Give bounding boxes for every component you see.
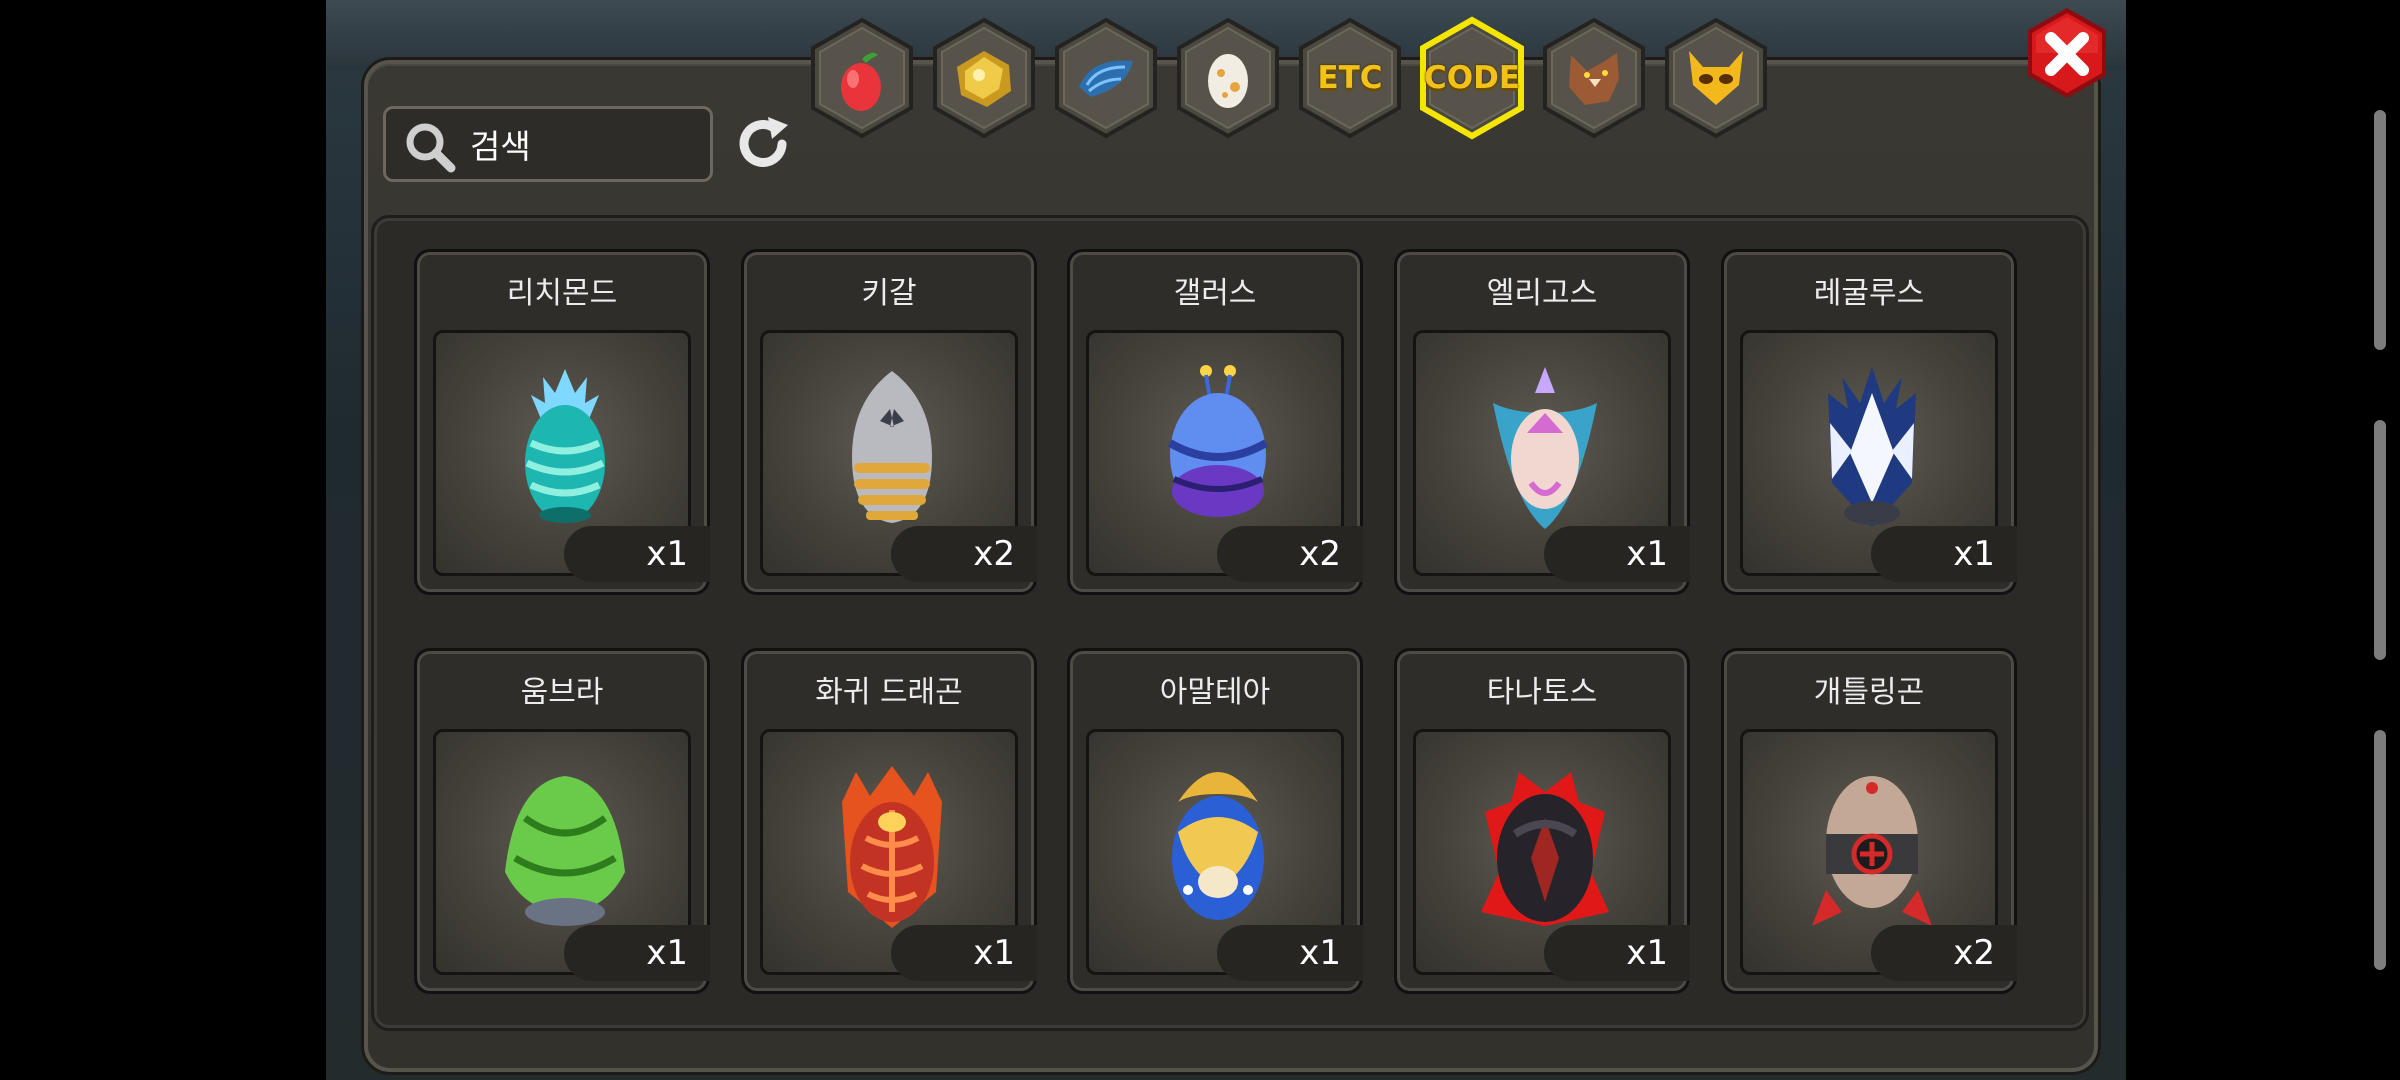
search-input[interactable] [468, 123, 702, 169]
scrollbar-segment[interactable] [2374, 420, 2386, 660]
pink-winged-egg-icon [1493, 367, 1597, 529]
tab-label [1540, 16, 1648, 140]
tab-label [1052, 16, 1160, 140]
tab-fruit[interactable] [808, 16, 916, 140]
egg-card[interactable]: 키갈 x2 [741, 249, 1037, 595]
red-flame-egg-icon [842, 766, 942, 928]
egg-quantity: x2 [891, 526, 1037, 582]
item-grid: 리치몬드 x1 키갈 x2 갤러스 x2 엘리고스 x1 레굴루스 x1 움브라 x1 화귀 드래곤 x1… [371, 215, 2089, 1031]
egg-quantity: x1 [1544, 925, 1690, 981]
silver-gold-egg-icon [852, 371, 932, 523]
egg-card[interactable]: 엘리고스 x1 [1394, 249, 1690, 595]
egg-quantity: x1 [891, 925, 1037, 981]
egg-quantity: x1 [1871, 526, 2017, 582]
crystal-teal-egg-icon [525, 369, 605, 523]
egg-name: 레굴루스 [1813, 276, 1925, 311]
mech-egg-icon [1812, 776, 1932, 926]
refresh-icon [739, 117, 788, 167]
egg-quantity: x2 [1217, 526, 1363, 582]
gold-blue-egg-icon [1172, 772, 1264, 920]
egg-quantity: x1 [1217, 925, 1363, 981]
egg-name: 타나토스 [1486, 675, 1598, 710]
tab-label [1662, 16, 1770, 140]
egg-card[interactable]: 레굴루스 x1 [1721, 249, 2017, 595]
green-leaf-egg-icon [505, 776, 625, 926]
egg-name: 화귀 드래곤 [815, 675, 963, 710]
egg-card[interactable]: 타나토스 x1 [1394, 648, 1690, 994]
tab-etc[interactable]: ETC [1296, 16, 1404, 140]
egg-quantity: x1 [564, 526, 710, 582]
search-icon [406, 123, 456, 173]
egg-card[interactable]: 개틀링곤 x2 [1721, 648, 2017, 994]
tab-label: ETC [1317, 60, 1383, 96]
blue-white-spiked-egg-icon [1828, 367, 1916, 527]
search-box[interactable] [383, 106, 713, 182]
egg-card[interactable]: 갤러스 x2 [1067, 249, 1363, 595]
egg-card[interactable]: 움브라 x1 [414, 648, 710, 994]
scrollbar[interactable] [2374, 110, 2386, 970]
egg-card[interactable]: 리치몬드 x1 [414, 249, 710, 595]
egg-quantity: x1 [564, 925, 710, 981]
egg-name: 움브라 [520, 675, 604, 710]
tab-label [808, 16, 916, 140]
tab-mask[interactable] [1662, 16, 1770, 140]
tab-wolf[interactable] [1540, 16, 1648, 140]
dark-red-egg-icon [1481, 772, 1609, 926]
tab-gold[interactable] [930, 16, 1038, 140]
refresh-button[interactable] [730, 111, 796, 177]
egg-card[interactable]: 화귀 드래곤 x1 [741, 648, 1037, 994]
egg-card[interactable]: 아말테아 x1 [1067, 648, 1363, 994]
egg-quantity: x1 [1544, 526, 1690, 582]
tab-code[interactable]: CODE [1418, 16, 1526, 140]
tab-label [1174, 16, 1282, 140]
egg-name: 개틀링곤 [1813, 675, 1925, 710]
tab-label: CODE [1423, 60, 1520, 96]
tab-label [930, 16, 1038, 140]
egg-quantity: x2 [1871, 925, 2017, 981]
scrollbar-segment[interactable] [2374, 730, 2386, 970]
egg-name: 아말테아 [1159, 675, 1271, 710]
scrollbar-segment[interactable] [2374, 110, 2386, 350]
category-tabs: ETC CODE [808, 16, 1770, 146]
egg-name: 갤러스 [1173, 276, 1257, 311]
egg-name: 엘리고스 [1486, 276, 1598, 311]
egg-name: 키갈 [861, 276, 917, 311]
egg-name: 리치몬드 [506, 276, 618, 311]
close-button[interactable] [2024, 5, 2110, 101]
blue-purple-egg-icon [1167, 365, 1269, 517]
tab-scale[interactable] [1052, 16, 1160, 140]
tab-egg[interactable] [1174, 16, 1282, 140]
